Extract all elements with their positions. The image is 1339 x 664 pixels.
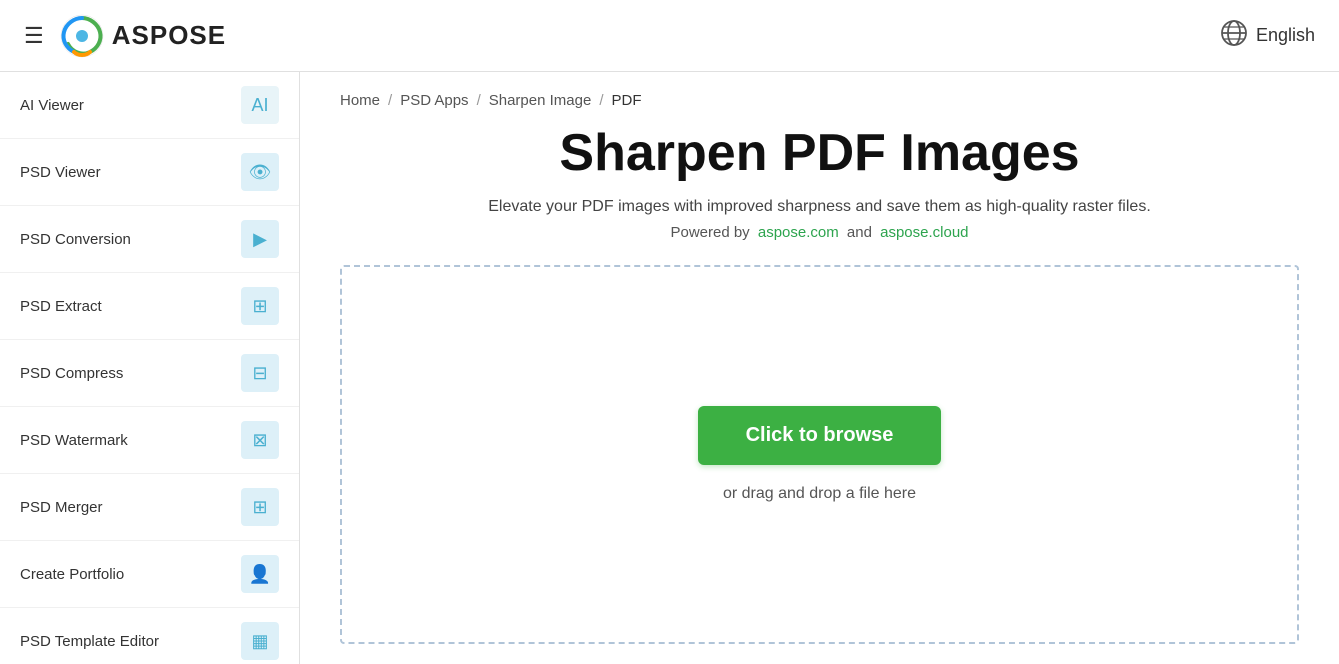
sidebar-label-psd-extract: PSD Extract [20, 298, 102, 315]
main-layout: AI ViewerAIPSD Viewer👁PSD Conversion▶PSD… [0, 72, 1339, 664]
icon-symbol-create-portfolio: 👤 [249, 564, 271, 585]
breadcrumb-home[interactable]: Home [340, 92, 380, 109]
icon-symbol-psd-watermark: ⊠ [252, 430, 267, 451]
aspose-logo-icon [60, 14, 104, 58]
sidebar-label-create-portfolio: Create Portfolio [20, 566, 124, 583]
breadcrumb: Home / PSD Apps / Sharpen Image / PDF [340, 72, 1299, 125]
sidebar-icon-psd-merger: ⊞ [241, 488, 279, 526]
breadcrumb-sep-1: / [388, 92, 392, 109]
sidebar-item-create-portfolio[interactable]: Create Portfolio 👤 [0, 541, 299, 608]
globe-icon [1220, 19, 1248, 52]
upload-zone[interactable]: Click to browse or drag and drop a file … [340, 265, 1299, 644]
icon-symbol-ai-viewer: AI [251, 95, 268, 116]
sidebar-label-psd-conversion: PSD Conversion [20, 231, 131, 248]
icon-symbol-psd-compress: ⊟ [252, 363, 267, 384]
sidebar-item-ai-viewer[interactable]: AI Viewer AI [0, 72, 299, 139]
sidebar-label-psd-merger: PSD Merger [20, 499, 103, 516]
language-selector[interactable]: English [1220, 19, 1315, 52]
content-area: Home / PSD Apps / Sharpen Image / PDF Sh… [300, 72, 1339, 664]
icon-symbol-psd-conversion: ▶ [253, 229, 267, 250]
hamburger-menu-icon[interactable]: ☰ [24, 23, 44, 49]
aspose-cloud-link[interactable]: aspose.cloud [880, 224, 968, 241]
icon-symbol-psd-viewer: 👁 [249, 162, 272, 183]
sidebar-label-psd-watermark: PSD Watermark [20, 432, 128, 449]
sidebar-item-psd-watermark[interactable]: PSD Watermark ⊠ [0, 407, 299, 474]
powered-by-prefix: Powered by [670, 224, 749, 241]
sidebar-item-psd-conversion[interactable]: PSD Conversion ▶ [0, 206, 299, 273]
breadcrumb-psd-apps[interactable]: PSD Apps [400, 92, 468, 109]
sidebar-icon-ai-viewer: AI [241, 86, 279, 124]
powered-by-and: and [847, 224, 872, 241]
breadcrumb-sep-2: / [477, 92, 481, 109]
sidebar-icon-psd-viewer: 👁 [241, 153, 279, 191]
icon-symbol-psd-template-editor: ▦ [251, 631, 268, 652]
powered-by: Powered by aspose.com and aspose.cloud [340, 224, 1299, 241]
sidebar-label-psd-viewer: PSD Viewer [20, 164, 101, 181]
sidebar-label-psd-compress: PSD Compress [20, 365, 123, 382]
sidebar-item-psd-template-editor[interactable]: PSD Template Editor ▦ [0, 608, 299, 664]
sidebar-item-psd-viewer[interactable]: PSD Viewer 👁 [0, 139, 299, 206]
sidebar-icon-psd-template-editor: ▦ [241, 622, 279, 660]
page-subtitle: Elevate your PDF images with improved sh… [340, 198, 1299, 216]
sidebar-icon-psd-extract: ⊞ [241, 287, 279, 325]
page-title: Sharpen PDF Images [340, 125, 1299, 182]
sidebar-item-psd-extract[interactable]: PSD Extract ⊞ [0, 273, 299, 340]
logo-text: ASPOSE [112, 20, 226, 51]
sidebar-icon-psd-conversion: ▶ [241, 220, 279, 258]
icon-symbol-psd-merger: ⊞ [252, 497, 267, 518]
header-left: ☰ ASPOSE [24, 14, 226, 58]
breadcrumb-sep-3: / [599, 92, 603, 109]
language-label: English [1256, 25, 1315, 46]
breadcrumb-sharpen-image[interactable]: Sharpen Image [489, 92, 592, 109]
logo-container: ASPOSE [60, 14, 226, 58]
breadcrumb-pdf: PDF [611, 92, 641, 109]
browse-button[interactable]: Click to browse [698, 406, 942, 465]
aspose-com-link[interactable]: aspose.com [758, 224, 839, 241]
sidebar-label-ai-viewer: AI Viewer [20, 97, 84, 114]
sidebar: AI ViewerAIPSD Viewer👁PSD Conversion▶PSD… [0, 72, 300, 664]
sidebar-item-psd-merger[interactable]: PSD Merger ⊞ [0, 474, 299, 541]
drag-drop-text: or drag and drop a file here [723, 485, 916, 503]
sidebar-label-psd-template-editor: PSD Template Editor [20, 633, 159, 650]
sidebar-item-psd-compress[interactable]: PSD Compress ⊟ [0, 340, 299, 407]
icon-symbol-psd-extract: ⊞ [252, 296, 267, 317]
sidebar-icon-create-portfolio: 👤 [241, 555, 279, 593]
sidebar-icon-psd-watermark: ⊠ [241, 421, 279, 459]
sidebar-icon-psd-compress: ⊟ [241, 354, 279, 392]
header: ☰ ASPOSE English [0, 0, 1339, 72]
